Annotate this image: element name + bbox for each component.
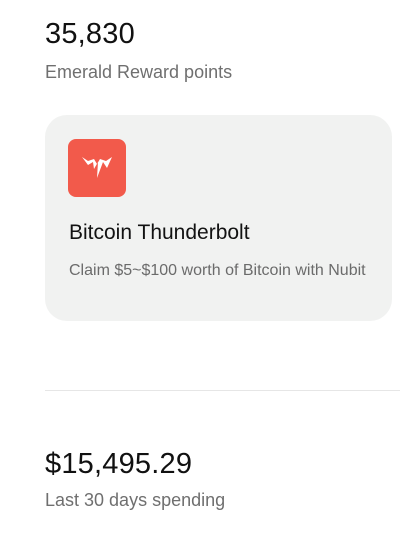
spending-amount: $15,495.29 xyxy=(45,448,193,480)
section-divider xyxy=(45,390,400,391)
spending-label: Last 30 days spending xyxy=(45,490,226,510)
offer-title: Bitcoin Thunderbolt xyxy=(69,221,250,244)
bitcoin-offer-card[interactable]: Bitcoin Thunderbolt Claim $5~$100 worth … xyxy=(45,115,392,321)
reward-points-value: 35,830 xyxy=(45,18,135,50)
rewards-page: 35,830 Emerald Reward points Bitcoin Thu… xyxy=(0,0,400,539)
reward-points-label: Emerald Reward points xyxy=(45,62,233,82)
thunderbolt-logo-icon xyxy=(68,139,126,197)
offer-description: Claim $5~$100 worth of Bitcoin with Nubi… xyxy=(69,262,366,279)
